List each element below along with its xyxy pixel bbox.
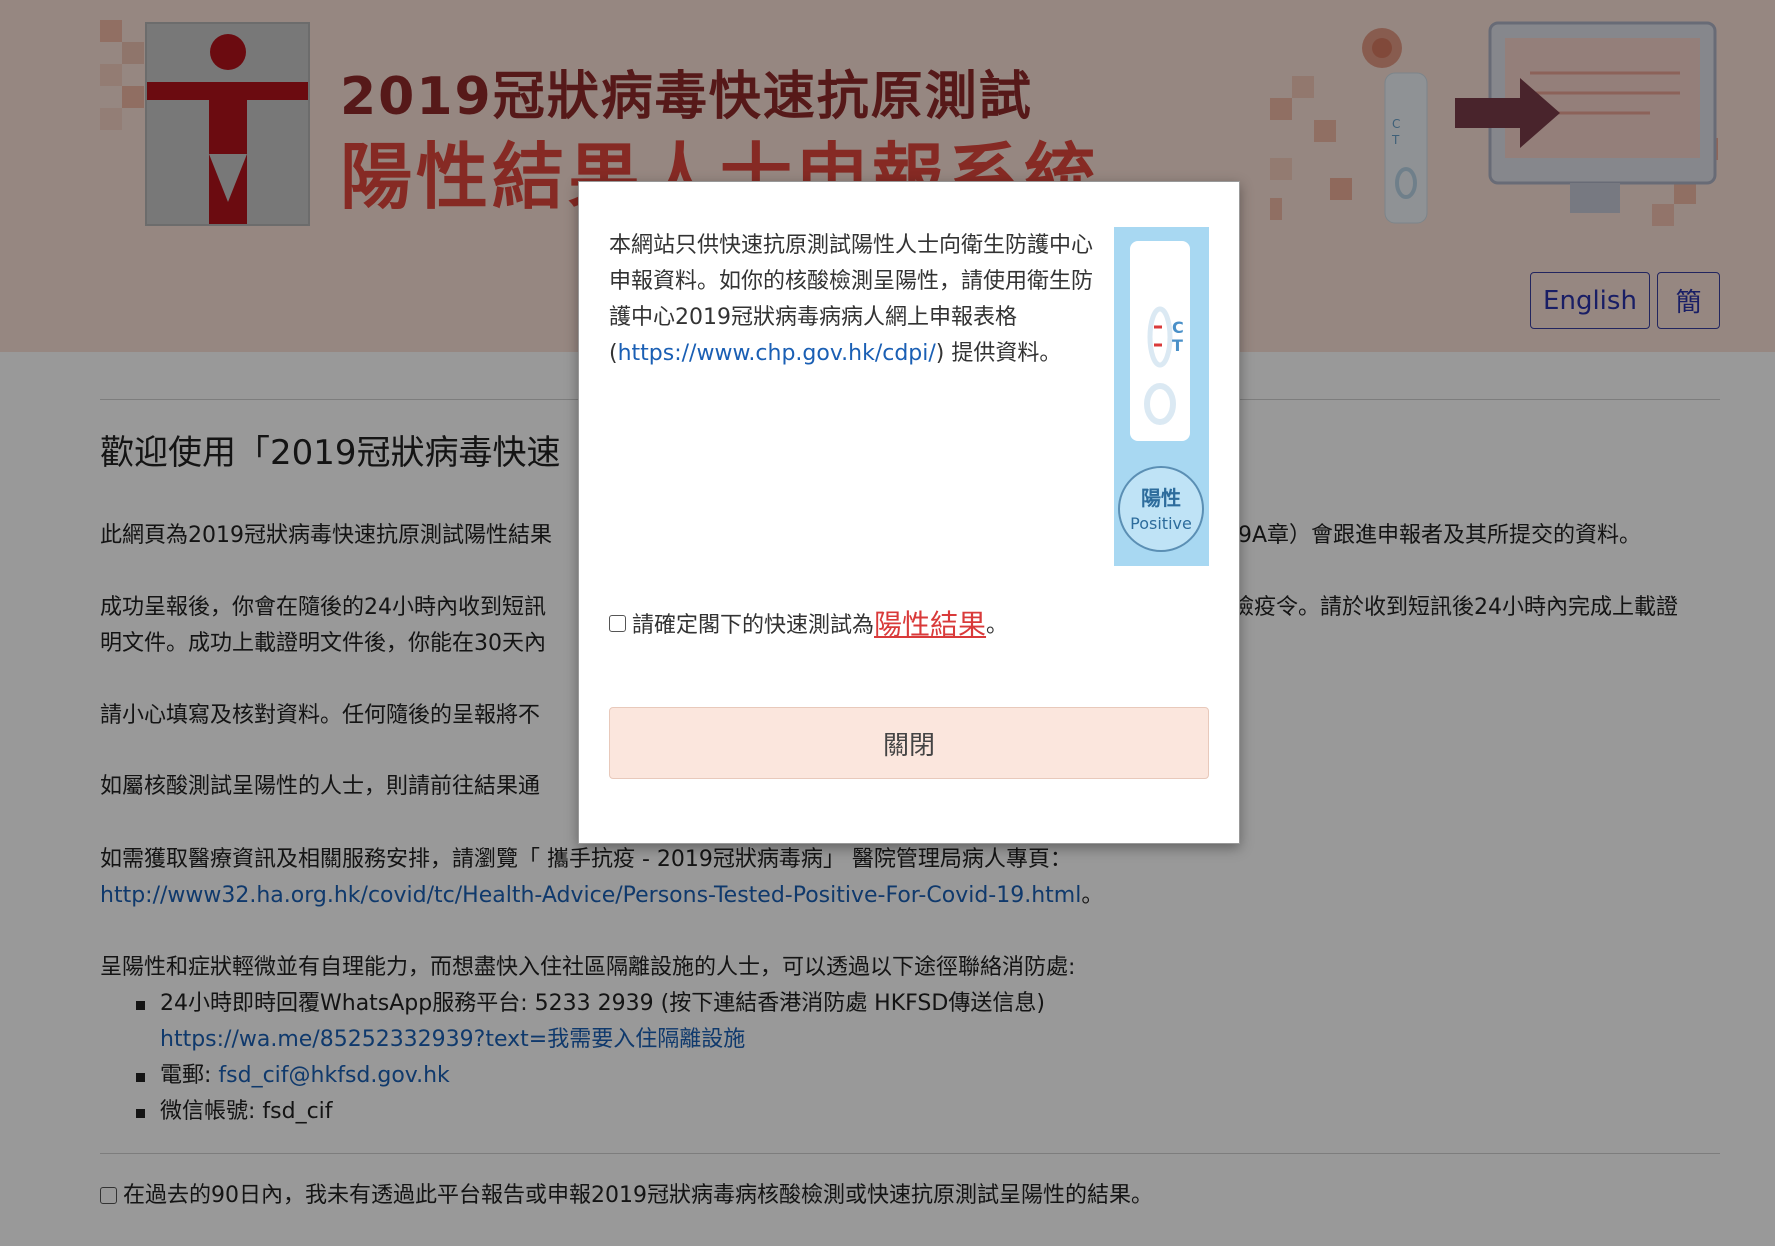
confirm-positive-checkbox[interactable] [609,614,626,632]
close-button[interactable]: 關閉 [609,707,1209,779]
modal-notice-text: 本網站只供快速抗原測試陽性人士向衛生防護中心申報資料。如你的核酸檢測呈陽性，請使… [609,228,1104,372]
modal-text-after-link: ) 提供資料。 [935,341,1062,366]
confirm-positive-row: 請確定閣下的快速測試為 陽性結果。 [609,603,1008,643]
badge-en: Positive [1130,514,1192,533]
confirm-text-after: 。 [986,613,1009,638]
test-label-t: T [1172,336,1183,355]
badge-zh: 陽性 [1141,486,1181,510]
test-label-c: C [1172,318,1184,337]
chp-cdpi-link[interactable]: https://www.chp.gov.hk/cdpi/ [618,341,936,366]
positive-test-illustration: C T 陽性 Positive [1114,227,1209,566]
confirm-text-before: 請確定閣下的快速測試為 [632,613,875,638]
notice-modal: 本網站只供快速抗原測試陽性人士向衛生防護中心申報資料。如你的核酸檢測呈陽性，請使… [578,181,1240,844]
confirm-positive-highlight: 陽性結果 [874,608,987,641]
